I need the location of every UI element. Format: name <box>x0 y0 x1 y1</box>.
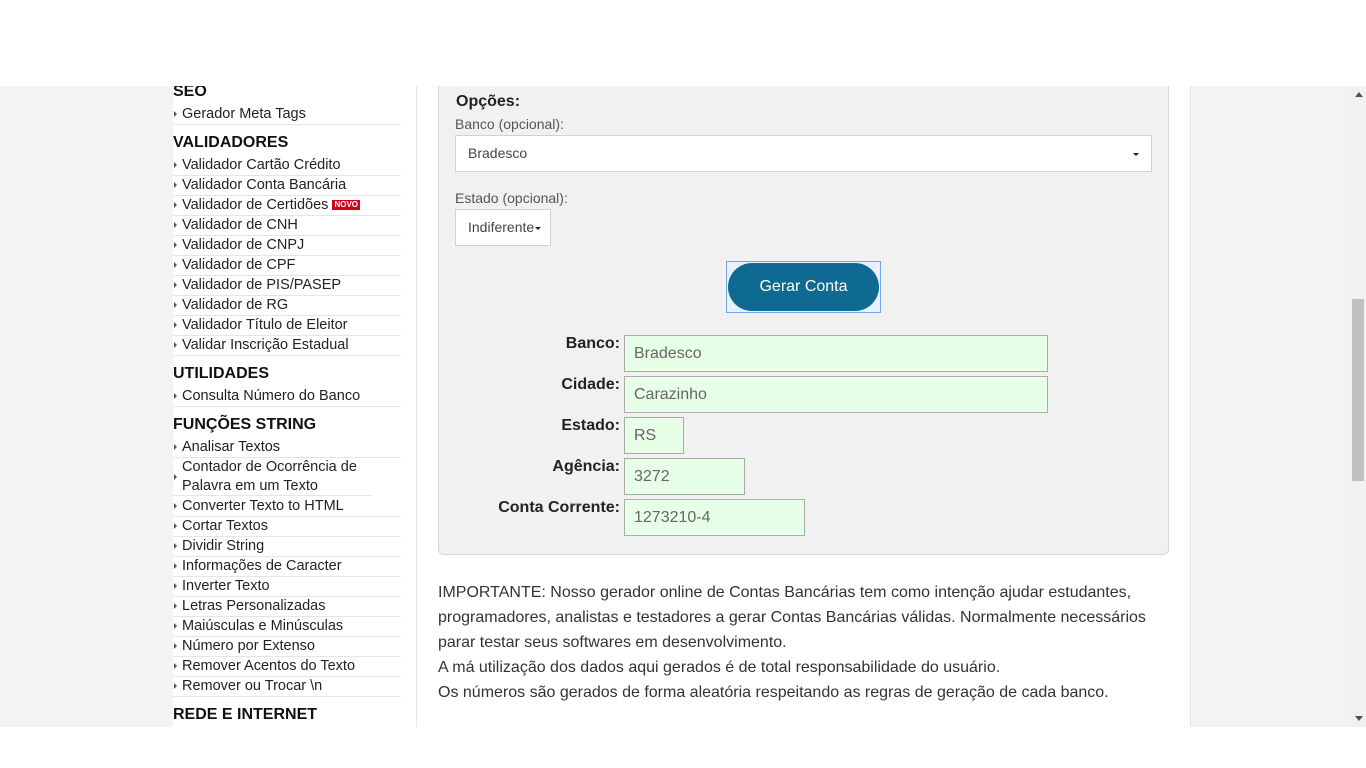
sidebar-item-informacoes-caracter[interactable]: Informações de Caracter <box>173 557 401 577</box>
bank-select[interactable]: Bradesco <box>455 135 1152 172</box>
sidebar-item-cortar-textos[interactable]: Cortar Textos <box>173 517 401 537</box>
arrow-right-icon <box>174 342 177 348</box>
generate-button-focus-ring: Gerar Conta <box>726 261 881 313</box>
arrow-right-icon <box>174 302 177 308</box>
arrow-right-icon <box>174 162 177 168</box>
sidebar-item-validador-conta[interactable]: Validador Conta Bancária <box>173 176 401 196</box>
generator-panel: Opções: Banco (opcional): Bradesco Estad… <box>438 86 1169 555</box>
caret-down-icon <box>535 227 541 230</box>
result-banco-field[interactable]: Bradesco <box>624 335 1048 372</box>
sidebar-item-validador-certidoes[interactable]: Validador de Certidões NOVO <box>173 196 401 216</box>
sidebar-section-validadores: VALIDADORES <box>173 134 289 151</box>
arrow-right-icon <box>174 444 177 450</box>
arrow-right-icon <box>174 663 177 669</box>
generate-account-button[interactable]: Gerar Conta <box>728 263 879 311</box>
arrow-right-icon <box>174 643 177 649</box>
result-cidade-field[interactable]: Carazinho <box>624 376 1048 413</box>
important-notice: IMPORTANTE: Nosso gerador online de Cont… <box>438 580 1178 705</box>
arrow-right-icon <box>174 474 177 480</box>
caret-down-icon <box>1133 153 1139 156</box>
result-conta-field[interactable]: 1273210-4 <box>624 499 805 536</box>
sidebar-section-funcoes-string: FUNÇÕES STRING <box>173 416 317 433</box>
result-banco-label: Banco: <box>565 335 620 352</box>
sidebar-item-converter-html[interactable]: Converter Texto to HTML <box>173 497 401 517</box>
result-estado-field[interactable]: RS <box>624 417 684 454</box>
sidebar-item-validador-pis[interactable]: Validador de PIS/PASEP <box>173 276 401 296</box>
top-blank-area <box>0 0 1366 86</box>
arrow-right-icon <box>174 111 177 117</box>
sidebar-item-consulta-banco[interactable]: Consulta Número do Banco <box>173 387 401 407</box>
sidebar-item-validador-cnpj[interactable]: Validador de CNPJ <box>173 236 401 256</box>
sidebar-item-validador-titulo[interactable]: Validador Título de Eleitor <box>173 316 401 336</box>
arrow-right-icon <box>174 623 177 629</box>
sidebar-item-dividir-string[interactable]: Dividir String <box>173 537 401 557</box>
notice-paragraph-3: Os números são gerados de forma aleatóri… <box>438 684 1109 701</box>
arrow-right-icon <box>174 503 177 509</box>
sidebar-item-validador-rg[interactable]: Validador de RG <box>173 296 401 316</box>
vertical-scrollbar[interactable] <box>1350 86 1366 727</box>
arrow-right-icon <box>174 543 177 549</box>
arrow-right-icon <box>174 222 177 228</box>
sidebar: SEO Gerador Meta Tags VALIDADORES Valida… <box>173 86 417 727</box>
arrow-right-icon <box>174 603 177 609</box>
scrollbar-thumb[interactable] <box>1352 299 1364 481</box>
state-select-label: Estado (opcional): <box>455 190 568 206</box>
state-select[interactable]: Indiferente <box>455 209 551 246</box>
sidebar-section-seo: SEO <box>173 86 207 100</box>
arrow-right-icon <box>174 563 177 569</box>
sidebar-item-letras-personalizadas[interactable]: Letras Personalizadas <box>173 597 401 617</box>
sidebar-section-utilidades: UTILIDADES <box>173 365 269 382</box>
arrow-right-icon <box>174 322 177 328</box>
arrow-right-icon <box>174 523 177 529</box>
sidebar-item-remover-acentos[interactable]: Remover Acentos do Texto <box>173 657 401 677</box>
arrow-right-icon <box>174 282 177 288</box>
sidebar-item-maiusculas-minusculas[interactable]: Maiúsculas e Minúsculas <box>173 617 401 637</box>
scroll-down-arrow-icon[interactable] <box>1355 716 1363 721</box>
scroll-up-arrow-icon[interactable] <box>1355 92 1363 97</box>
sidebar-item-gerador-meta-tags[interactable]: Gerador Meta Tags <box>173 105 401 125</box>
main-content: Opções: Banco (opcional): Bradesco Estad… <box>418 86 1190 727</box>
sidebar-item-validador-cnh[interactable]: Validador de CNH <box>173 216 401 236</box>
bottom-blank-area <box>0 727 1366 768</box>
bank-select-label: Banco (opcional): <box>455 116 564 132</box>
sidebar-item-inverter-texto[interactable]: Inverter Texto <box>173 577 401 597</box>
arrow-right-icon <box>174 242 177 248</box>
arrow-right-icon <box>174 202 177 208</box>
result-conta-label: Conta Corrente: <box>498 499 620 516</box>
sidebar-item-validador-cartao[interactable]: Validador Cartão Crédito <box>173 156 401 176</box>
sidebar-section-rede-internet: REDE E INTERNET <box>173 706 318 723</box>
sidebar-item-numero-extenso[interactable]: Número por Extenso <box>173 637 401 657</box>
sidebar-item-validador-cpf[interactable]: Validador de CPF <box>173 256 401 276</box>
new-badge: NOVO <box>332 200 360 211</box>
page-background-right <box>1190 86 1350 727</box>
arrow-right-icon <box>174 583 177 589</box>
sidebar-item-analisar-textos[interactable]: Analisar Textos <box>173 438 401 458</box>
sidebar-item-contador-ocorrencia[interactable]: Contador de Ocorrência de Palavra em um … <box>173 458 373 496</box>
arrow-right-icon <box>174 182 177 188</box>
sidebar-item-remover-trocar[interactable]: Remover ou Trocar \n <box>173 677 401 697</box>
arrow-right-icon <box>174 393 177 399</box>
page-background-left <box>0 86 173 727</box>
result-agencia-field[interactable]: 3272 <box>624 458 745 495</box>
options-title: Opções: <box>456 93 521 110</box>
sidebar-item-validar-inscricao[interactable]: Validar Inscrição Estadual <box>173 336 401 356</box>
result-estado-label: Estado: <box>561 417 620 434</box>
notice-paragraph-2: A má utilização dos dados aqui gerados é… <box>438 659 1001 676</box>
notice-paragraph-1: IMPORTANTE: Nosso gerador online de Cont… <box>438 584 1146 651</box>
result-agencia-label: Agência: <box>552 458 620 475</box>
result-cidade-label: Cidade: <box>561 376 620 393</box>
arrow-right-icon <box>174 262 177 268</box>
arrow-right-icon <box>174 683 177 689</box>
